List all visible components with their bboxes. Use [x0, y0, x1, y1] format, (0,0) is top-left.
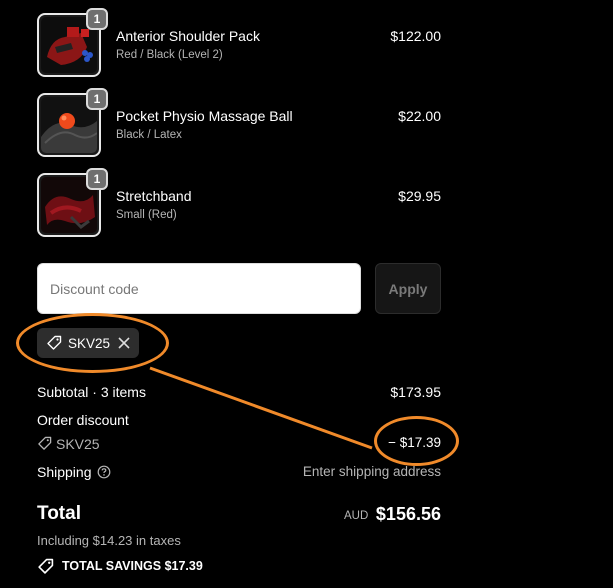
item-name: Pocket Physio Massage Ball — [116, 108, 293, 124]
quantity-badge: 1 — [86, 8, 108, 30]
order-discount-label: Order discount — [37, 412, 129, 428]
tag-icon — [38, 436, 52, 450]
line-item-pocket-physio-massage-ball: 1 Pocket Physio Massage Ball Black / Lat… — [37, 88, 441, 159]
taxes-note: Including $14.23 in taxes — [37, 533, 181, 548]
quantity-badge: 1 — [86, 88, 108, 110]
order-discount-code: SKV25 — [56, 436, 100, 452]
line-item-anterior-shoulder-pack: 1 Anterior Shoulder Pack Red / Black (Le… — [37, 8, 441, 79]
item-price: $122.00 — [390, 28, 441, 44]
applied-discount-chip: SKV25 — [37, 328, 139, 358]
help-icon[interactable] — [97, 465, 111, 479]
total-savings-label: TOTAL SAVINGS — [62, 559, 162, 573]
product-thumbnail: 1 — [37, 8, 108, 77]
remove-discount-icon[interactable] — [116, 335, 132, 351]
total-savings-value: $17.39 — [164, 559, 203, 573]
product-thumbnail: 1 — [37, 88, 108, 157]
product-thumbnail: 1 — [37, 168, 108, 237]
quantity-badge: 1 — [86, 168, 108, 190]
tag-icon — [38, 558, 54, 574]
item-variant: Small (Red) — [116, 209, 177, 221]
subtotal-value: $173.95 — [390, 384, 441, 400]
tag-icon — [47, 335, 62, 350]
item-name: Anterior Shoulder Pack — [116, 28, 260, 44]
line-item-stretchband: 1 Stretchband Small (Red) $29.95 — [37, 168, 441, 239]
apply-discount-button[interactable]: Apply — [375, 263, 441, 314]
currency-code: AUD — [344, 510, 369, 522]
total-value: $156.56 — [375, 504, 441, 524]
order-discount-value: − $17.39 — [388, 435, 441, 450]
total-label: Total — [37, 503, 81, 524]
subtotal-label: Subtotal · 3 items — [37, 384, 146, 400]
item-price: $22.00 — [398, 108, 441, 124]
item-price: $29.95 — [398, 188, 441, 204]
shipping-value: Enter shipping address — [302, 464, 441, 479]
item-variant: Red / Black (Level 2) — [116, 49, 223, 61]
discount-code-input[interactable] — [37, 263, 361, 314]
shipping-label: Shipping — [37, 464, 92, 480]
applied-discount-code: SKV25 — [68, 336, 111, 351]
item-variant: Black / Latex — [116, 129, 182, 141]
item-name: Stretchband — [116, 188, 192, 204]
